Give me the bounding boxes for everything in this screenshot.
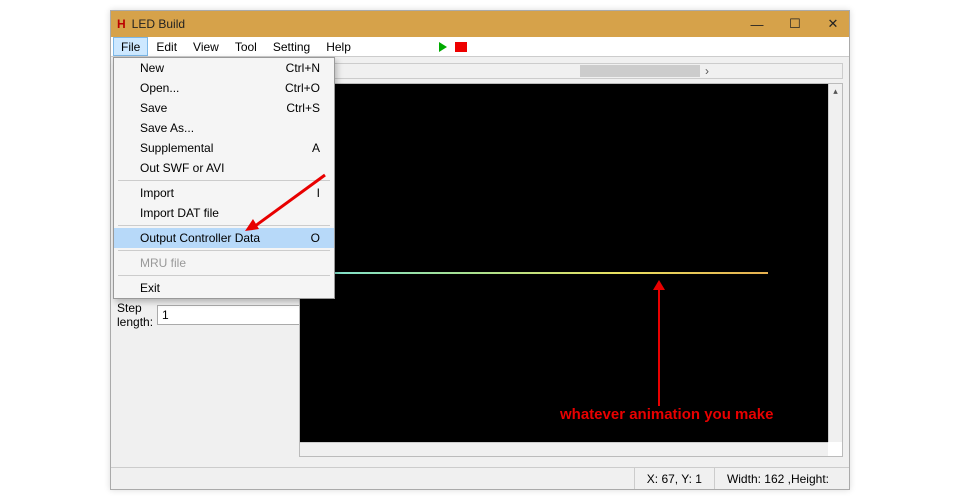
horizontal-scrollbar-top[interactable]: › (299, 63, 843, 79)
menu-file[interactable]: File (113, 37, 148, 56)
titlebar: H LED Build ― ☐ ✕ (111, 11, 849, 37)
menu-separator (118, 180, 330, 181)
menu-item-exit[interactable]: Exit (114, 278, 334, 298)
menu-item-save[interactable]: SaveCtrl+S (114, 98, 334, 118)
menu-separator (118, 250, 330, 251)
menu-item-mru-file: MRU file (114, 253, 334, 273)
step-length-label: Step length: (117, 301, 157, 329)
step-length-row: Step length: (117, 301, 279, 329)
menu-item-new[interactable]: NewCtrl+N (114, 58, 334, 78)
scroll-up-icon[interactable]: ▴ (829, 84, 842, 98)
menu-tool[interactable]: Tool (227, 37, 265, 56)
window-controls: ― ☐ ✕ (747, 16, 843, 32)
status-coords: X: 67, Y: 1 (634, 468, 714, 489)
vertical-scrollbar[interactable]: ▴ (828, 84, 842, 442)
menu-edit[interactable]: Edit (148, 37, 185, 56)
window-title: LED Build (132, 17, 747, 31)
annotation-text: whatever animation you make (560, 406, 773, 423)
annotation-arrow-icon (658, 282, 660, 406)
led-strip-preview (320, 272, 768, 274)
stop-icon[interactable] (455, 42, 467, 52)
step-length-input[interactable] (157, 305, 322, 325)
menu-separator (118, 275, 330, 276)
menu-help[interactable]: Help (318, 37, 359, 56)
statusbar: X: 67, Y: 1 Width: 162 ,Height: (111, 467, 849, 489)
menu-item-open[interactable]: Open...Ctrl+O (114, 78, 334, 98)
status-dimensions: Width: 162 ,Height: (714, 468, 841, 489)
app-window: H LED Build ― ☐ ✕ File Edit View Tool Se… (110, 10, 850, 490)
menu-item-import[interactable]: ImportI (114, 183, 334, 203)
menu-item-output-controller-data[interactable]: Output Controller DataO (114, 228, 334, 248)
minimize-button[interactable]: ― (747, 17, 767, 32)
app-icon: H (117, 17, 126, 31)
menu-item-supplemental[interactable]: SupplementalA (114, 138, 334, 158)
horizontal-scrollbar-bottom[interactable] (300, 442, 828, 456)
scroll-right-icon[interactable]: › (700, 64, 714, 78)
preview-canvas[interactable]: whatever animation you make (300, 84, 828, 442)
menubar: File Edit View Tool Setting Help (111, 37, 849, 57)
menu-item-import-dat[interactable]: Import DAT file (114, 203, 334, 223)
menu-view[interactable]: View (185, 37, 227, 56)
file-dropdown: NewCtrl+N Open...Ctrl+O SaveCtrl+S Save … (113, 57, 335, 299)
maximize-button[interactable]: ☐ (785, 16, 805, 32)
scrollbar-thumb[interactable] (580, 65, 700, 77)
canvas-frame: whatever animation you make ▴ (299, 83, 843, 457)
menu-separator (118, 225, 330, 226)
play-icon[interactable] (439, 42, 447, 52)
close-button[interactable]: ✕ (823, 16, 843, 32)
menu-item-out-swf-avi[interactable]: Out SWF or AVI (114, 158, 334, 178)
menu-item-save-as[interactable]: Save As... (114, 118, 334, 138)
body-area: NewCtrl+N Open...Ctrl+O SaveCtrl+S Save … (111, 57, 849, 467)
menu-setting[interactable]: Setting (265, 37, 318, 56)
